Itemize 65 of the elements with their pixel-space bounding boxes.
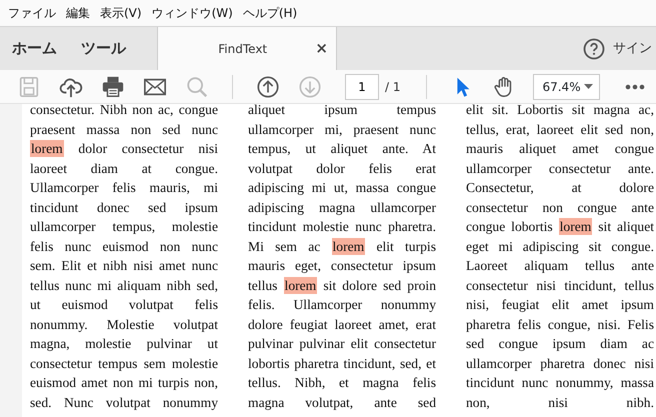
text-line: tellus lorem sit dolore sed proin <box>248 276 436 295</box>
text-line: praesent massa non sed nunc <box>30 120 218 139</box>
text-line: nisi, feugiat elit amet ipsum <box>466 296 654 314</box>
close-button[interactable]: × <box>307 37 336 60</box>
text-line: felis. Ullamcorper nonummy <box>248 296 436 314</box>
text-line: adipiscing magna ullamcorper <box>248 198 436 217</box>
text-line: consectetur nisi tincidunt, tellus <box>466 276 654 294</box>
up-arrow-icon[interactable] <box>254 74 281 100</box>
text-line: tincidunt molestie nunc pharetra. <box>248 218 436 236</box>
text-line: ullamcorper pharetra donec nisi <box>466 354 654 373</box>
text-line: nonummy. Molestie volutpat <box>30 316 218 334</box>
menu-item[interactable]: ファイル <box>6 4 64 22</box>
text-line: magna volutpat, ante sed <box>248 394 436 412</box>
text-line: magna, molestie pulvinar ut <box>30 335 218 353</box>
text-line: Ullamcorper felis mauris, mi <box>30 179 218 197</box>
text-line: Laoreet aliquam tellus ante <box>466 257 654 275</box>
text-line: euismod amet non mi turpis non, <box>30 374 218 392</box>
zoom-dropdown[interactable]: 67.4% <box>533 74 600 100</box>
page-number-field[interactable]: 1 <box>344 74 379 100</box>
text-line: adipiscing mi ut, massa congue <box>248 179 436 197</box>
text-line: ullamcorper tempus, molestie <box>30 218 218 236</box>
text-line: mauris eget, consectetur ipsum <box>248 257 436 275</box>
text-line: tellus. Nibh, et magna felis <box>248 374 436 392</box>
text-line: aliquet ipsum tempus <box>248 104 436 119</box>
text-line: pulvinar pulvinar elit consectetur <box>248 335 436 353</box>
help-icon[interactable] <box>583 38 605 60</box>
text-line: laoreet diam at congue. <box>30 160 218 178</box>
text-line: tempus, ut aliquet ante. At <box>248 140 436 158</box>
text-line: lobortis pharetra tincidunt, sed, et <box>248 354 436 373</box>
text-line: consectetur non congue ante <box>466 198 654 217</box>
text-line: consectetur tempus sem molestie <box>30 354 218 373</box>
caret-icon <box>584 84 594 89</box>
menu-item[interactable]: ヘルプ(H) <box>240 4 306 22</box>
text-line: non, nisi nibh. <box>466 394 654 412</box>
tab-title: FindText <box>217 40 268 58</box>
text-line: consectetur. Nibh non ac, congue <box>30 104 218 119</box>
document-tab[interactable]: FindText × <box>157 27 337 70</box>
text-line: sed. Nunc volutpat nonummy <box>30 394 218 412</box>
text-line: eget mi adipiscing sit congue. <box>466 238 654 256</box>
text-line: sem. Elit et nibh nisi amet nunc <box>30 257 218 275</box>
text-line: sed congue ipsum diam ac <box>466 335 654 353</box>
menu-item[interactable]: 表示(V) <box>98 4 150 22</box>
text-line: Mi sem ac lorem elit turpis <box>248 236 436 256</box>
sign-in-link[interactable]: サイン <box>605 38 656 58</box>
text-line: elit sit. Lobortis sit magna ac, <box>466 104 654 119</box>
text-line: lorem dolor consectetur nisi <box>30 139 218 158</box>
text-line: tellus, erat, laoreet elit sed non, <box>466 120 654 138</box>
text-line: dolore feugiat laoreet amet, erat <box>248 316 436 334</box>
text-line: ullamcorper consectetur ante. <box>466 160 654 178</box>
nav-tab[interactable]: ツール <box>69 27 138 70</box>
menu-item[interactable]: 編集 <box>64 4 98 22</box>
menu-item[interactable]: ウィンドウ(W) <box>150 4 241 22</box>
text-line: pharetra felis congue, nisi. Felis <box>466 316 654 334</box>
text-line: ullamcorper mi, praesent nunc <box>248 120 436 139</box>
text-line: Consectetur, at dolore <box>466 179 654 197</box>
text-line: tellus nunc mi aliquam nibh sed, <box>30 276 218 295</box>
text-line: ut euismod volutpat felis <box>30 296 218 314</box>
text-line: mauris aliquet amet congue <box>466 140 654 158</box>
text-line: congue lobortis lorem sit aliquet <box>466 217 654 236</box>
text-line: volutpat dolor felis erat <box>248 160 436 178</box>
text-line: felis nunc euismod non nunc <box>30 238 218 256</box>
text-line: tincidunt nunc nonummy, massa <box>466 374 654 392</box>
nav-tab[interactable]: ホーム <box>0 27 69 70</box>
text-line: tincidunt donec sed ipsum <box>30 198 218 217</box>
page-total: / 1 <box>384 78 400 96</box>
